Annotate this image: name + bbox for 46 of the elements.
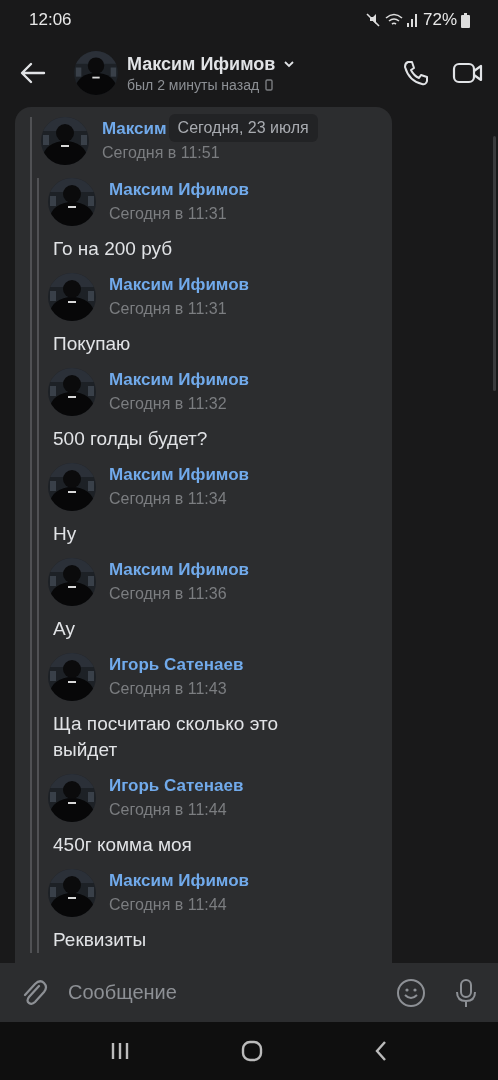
author-name[interactable]: Максим Ифимов bbox=[109, 558, 250, 582]
message-text: Реквизиты bbox=[53, 928, 148, 952]
date-tooltip: Сегодня, 23 июля bbox=[168, 114, 318, 142]
signal-icon bbox=[406, 13, 419, 27]
clock: 12:06 bbox=[29, 10, 72, 30]
call-button[interactable] bbox=[402, 59, 430, 87]
emoji-button[interactable] bbox=[396, 977, 426, 1008]
message-text: Покупаю bbox=[53, 332, 132, 356]
message-text: 450г комма моя bbox=[53, 833, 193, 857]
contact-name[interactable]: Максим Ифимов bbox=[127, 53, 276, 75]
back-button[interactable] bbox=[20, 62, 46, 84]
message-text: Ну bbox=[53, 522, 78, 546]
message-time: Сегодня в 11:31 bbox=[109, 299, 228, 319]
author-name[interactable]: Максим Ифимов bbox=[109, 869, 250, 893]
wifi-icon bbox=[384, 12, 403, 28]
message-time: Сегодня в 11:44 bbox=[109, 895, 228, 915]
author-name[interactable]: Максим Ифимов bbox=[109, 273, 250, 297]
message-time: Сегодня в 11:44 bbox=[109, 800, 228, 820]
battery-icon bbox=[461, 12, 470, 28]
phone-icon bbox=[265, 78, 274, 91]
mute-icon bbox=[364, 12, 381, 28]
message-text: Ау bbox=[53, 617, 76, 641]
last-seen-status: был 2 минуты назад bbox=[127, 76, 260, 93]
author-name[interactable]: Максим Ифимов bbox=[109, 368, 250, 392]
author-name[interactable]: Максим bbox=[102, 117, 167, 141]
video-call-button[interactable] bbox=[452, 61, 484, 85]
message-time: Сегодня в 11:31 bbox=[109, 204, 228, 224]
recent-apps-button[interactable] bbox=[110, 1042, 131, 1060]
back-nav-button[interactable] bbox=[373, 1040, 388, 1062]
message-time: Сегодня в 11:34 bbox=[109, 489, 228, 509]
message-time: Сегодня в 11:51 bbox=[102, 143, 220, 163]
message-text: Го на 200 руб bbox=[53, 237, 174, 261]
message-time: Сегодня в 11:36 bbox=[109, 584, 228, 604]
author-name[interactable]: Игорь Сатенаев bbox=[109, 774, 244, 798]
author-name[interactable]: Максим Ифимов bbox=[109, 178, 250, 202]
message-text: Ща посчитаю сколько это выйдет bbox=[53, 712, 279, 762]
microphone-button[interactable] bbox=[454, 977, 478, 1008]
message-composer[interactable]: Сообщение bbox=[0, 963, 498, 1022]
author-name[interactable]: Максим Ифимов bbox=[109, 463, 250, 487]
chevron-down-icon[interactable] bbox=[283, 60, 296, 68]
home-button[interactable] bbox=[241, 1040, 263, 1062]
message-time: Сегодня в 11:43 bbox=[109, 679, 228, 699]
author-name[interactable]: Игорь Сатенаев bbox=[109, 653, 244, 677]
battery-percent: 72% bbox=[422, 10, 457, 30]
message-text: 500 голды будет? bbox=[53, 427, 209, 451]
message-time: Сегодня в 11:32 bbox=[109, 394, 228, 414]
